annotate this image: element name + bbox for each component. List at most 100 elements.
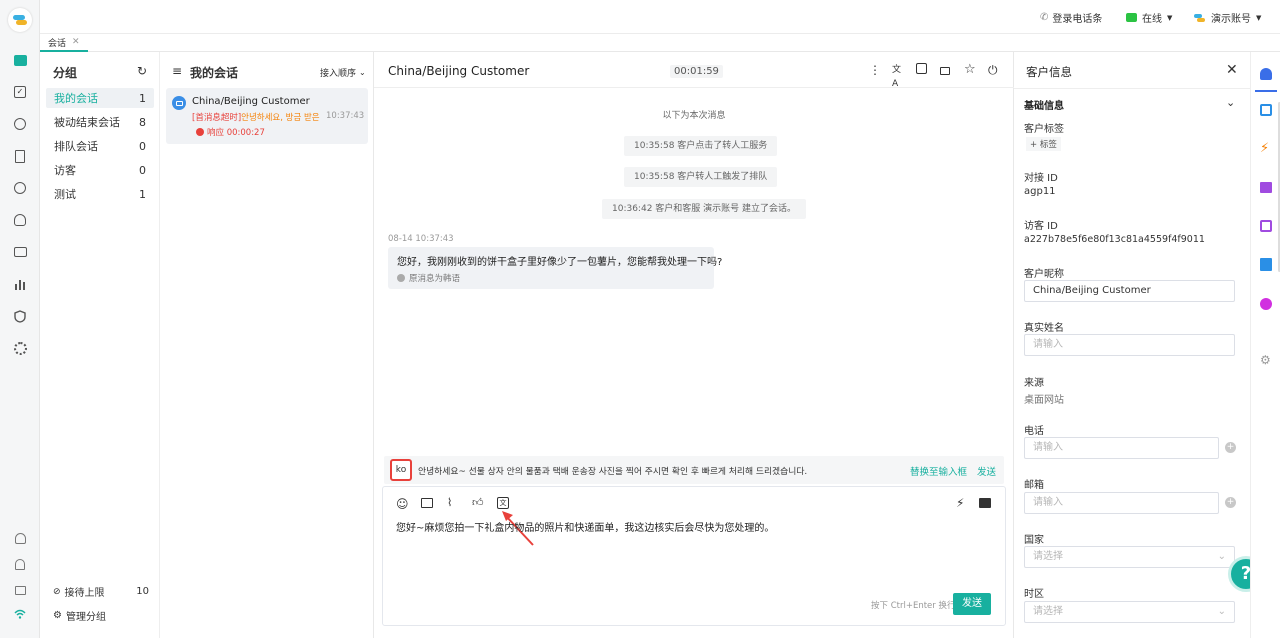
group-item-passive-ended[interactable]: 被动结束会话 8 [46, 112, 154, 132]
newline-hint: 按下 Ctrl+Enter 换行 [871, 601, 956, 611]
group-count: 8 [139, 115, 146, 129]
message-composer: ☺ ⌇ 👍︎ 文 ⚡︎ 您好~麻烦您拍一下礼盒内物品的照片和快递面单，我这边核实… [382, 486, 1006, 626]
add-tag-button[interactable]: + 标签 [1026, 137, 1061, 151]
message-text: 您好，我刚刚收到的饼干盒子里好像少了一包薯片，您能帮我处理一下吗? [397, 257, 723, 268]
send-button[interactable]: 发送 [953, 593, 991, 615]
chevron-down-icon: ⌄ [1217, 551, 1226, 562]
history-clock-icon[interactable] [10, 178, 30, 198]
reception-limit[interactable]: ⊘ 接待上限 10 [53, 584, 149, 599]
message-timestamp: 08-14 10:37:43 [388, 234, 454, 244]
country-placeholder: 请选择 [1033, 551, 1063, 562]
settings-gear-icon[interactable]: ⚙ [1260, 354, 1271, 366]
image-icon[interactable] [421, 498, 433, 508]
tab-conversations[interactable]: 会话 ✕ [40, 34, 88, 52]
close-icon[interactable]: ✕ [1226, 62, 1238, 78]
flow-icon[interactable] [1260, 104, 1272, 116]
group-count: 0 [139, 139, 146, 153]
group-count: 1 [139, 187, 146, 201]
cube-icon[interactable] [10, 114, 30, 134]
note-icon[interactable] [1260, 258, 1272, 271]
gear-icon: ⚙ [53, 610, 62, 621]
collapse-chevron-icon[interactable]: ⌄ [1226, 96, 1235, 109]
email-input[interactable]: 请输入 [1024, 492, 1219, 514]
chat-panel: China/Beijing Customer 00:01:59 ⋮ 文A ☆ ⏻… [374, 52, 1014, 638]
manage-groups-button[interactable]: ⚙ 管理分组 [53, 608, 106, 623]
list-menu-icon: ≡ [172, 64, 183, 78]
chevron-down-icon: ⌄ [1217, 606, 1226, 617]
task-check-icon[interactable]: ✓ [10, 82, 30, 102]
mail-icon[interactable] [10, 580, 30, 600]
power-icon[interactable]: ⏻ [988, 63, 1002, 77]
nickname-input[interactable]: China/Beijing Customer [1024, 280, 1235, 302]
bell-icon[interactable] [10, 554, 30, 574]
close-tab-icon[interactable]: ✕ [72, 37, 80, 47]
replace-to-input-button[interactable]: 替换至输入框 [910, 464, 967, 478]
more-vertical-icon[interactable]: ⋮ [868, 63, 882, 77]
shield-icon[interactable] [10, 306, 30, 326]
group-item-my-conversations[interactable]: 我的会话 1 [46, 88, 154, 108]
star-icon[interactable]: ☆ [964, 63, 978, 77]
send-translation-button[interactable]: 发送 [977, 464, 996, 478]
sort-dropdown[interactable]: 接入顺序 ⌄ [320, 66, 366, 79]
settings-gear-icon[interactable] [10, 338, 30, 358]
target-language-selector[interactable]: ko [390, 459, 412, 481]
timezone-placeholder: 请选择 [1033, 606, 1063, 617]
country-label: 国家 [1024, 535, 1044, 546]
status-dropdown[interactable]: 在线 ▼ [1126, 10, 1172, 25]
lightning-icon[interactable]: ⚡︎ [1260, 142, 1269, 155]
group-label: 被动结束会话 [54, 116, 120, 129]
translation-note: 原消息为韩语 [397, 272, 460, 284]
group-label: 测试 [54, 188, 76, 201]
history-divider: 以下为本次消息 [662, 111, 726, 121]
system-message: 10:36:42 客户和客服 演示账号 建立了会话。 [602, 199, 807, 219]
chat-icon[interactable] [10, 50, 30, 70]
caret-down-icon: ▼ [1167, 13, 1173, 22]
email-label: 邮箱 [1024, 480, 1044, 491]
group-item-visitors[interactable]: 访客 0 [46, 160, 154, 180]
lock-icon[interactable] [940, 63, 954, 77]
bar-chart-icon[interactable] [10, 274, 30, 294]
chat-header: China/Beijing Customer 00:01:59 ⋮ 文A ☆ ⏻ [374, 52, 1014, 89]
caret-down-icon: ▼ [1256, 13, 1262, 22]
add-phone-icon[interactable]: + [1225, 442, 1236, 453]
attachment-icon[interactable]: ⌇ [447, 496, 452, 509]
response-label: 响应 00:00:27 [207, 128, 265, 138]
refresh-icon[interactable]: ↻ [137, 64, 147, 78]
conversation-list-panel: ≡ 我的会话 接入顺序 ⌄ China/Beijing Customer [首消… [160, 52, 374, 638]
phone-login-link[interactable]: ✆ 登录电话条 [1040, 10, 1102, 25]
translate-icon[interactable]: 文A [892, 63, 906, 89]
calendar-icon[interactable] [1260, 220, 1272, 232]
book-icon[interactable] [1260, 182, 1272, 193]
phone-input[interactable]: 请输入 [1024, 437, 1219, 459]
user-settings-icon[interactable] [10, 528, 30, 548]
alarm-icon [196, 128, 204, 136]
group-item-test[interactable]: 测试 1 [46, 184, 154, 204]
country-select[interactable]: 请选择 ⌄ [1024, 546, 1235, 568]
realname-input[interactable]: 请输入 [1024, 334, 1235, 356]
phone-icon: ✆ [1040, 12, 1049, 23]
conversation-item[interactable]: China/Beijing Customer [首消息超时]안녕하세요, 방금 … [166, 88, 368, 144]
contacts-icon[interactable] [10, 210, 30, 230]
status-label: 在线 [1142, 14, 1162, 25]
account-dropdown[interactable]: 演示账号 ▼ [1194, 10, 1261, 25]
thumbs-up-icon[interactable]: 👍︎ [472, 496, 484, 509]
group-item-queue[interactable]: 排队会话 0 [46, 136, 154, 156]
customer-profile-icon[interactable] [1260, 68, 1272, 80]
order-icon[interactable] [1260, 298, 1272, 310]
timezone-select[interactable]: 请选择 ⌄ [1024, 601, 1235, 623]
transfer-icon[interactable] [916, 63, 930, 77]
knowledge-book-icon[interactable] [979, 498, 991, 508]
quick-reply-lightning-icon[interactable]: ⚡︎ [956, 496, 964, 510]
tab-strip: 会话 ✕ [40, 34, 1280, 52]
document-icon[interactable] [10, 146, 30, 166]
group-label: 排队会话 [54, 140, 98, 153]
emoji-icon[interactable]: ☺ [396, 497, 409, 511]
add-email-icon[interactable]: + [1225, 497, 1236, 508]
visitor-id-value: a227b78e5f6e80f13c81a4559f4f9011 [1024, 234, 1205, 245]
timezone-label: 时区 [1024, 589, 1044, 600]
message-input[interactable]: 您好~麻烦您拍一下礼盒内物品的照片和快递面单，我这边核实后会尽快为您处理的。 [396, 519, 986, 534]
monitor-icon[interactable] [10, 242, 30, 262]
translate-toggle-icon[interactable]: 文 [497, 497, 509, 509]
connect-id-label: 对接 ID [1024, 173, 1058, 184]
manage-groups-label: 管理分组 [65, 612, 106, 623]
